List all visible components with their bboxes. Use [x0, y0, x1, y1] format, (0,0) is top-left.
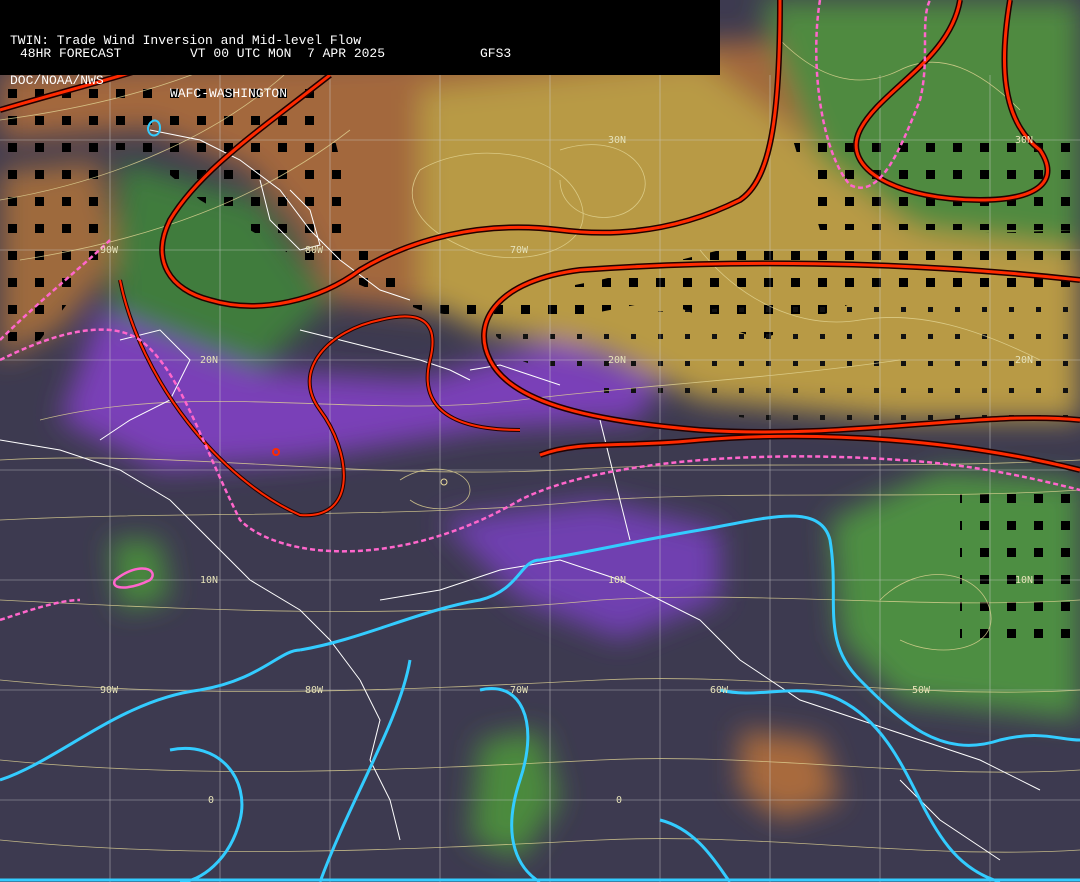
forecast-line: 48HR FORECAST VT 00 UTC MON 7 APR 2025 G… — [10, 47, 710, 60]
agency: DOC/NOAA/NWS — [10, 73, 104, 88]
lat-label: 20N — [200, 355, 218, 366]
lat-label: 20N — [1015, 355, 1033, 366]
lon-label: 80W — [305, 685, 324, 696]
zero-label: 0 — [208, 795, 214, 806]
lat-label: 20N — [608, 355, 626, 366]
center: WAFC-WASHINGTON — [170, 86, 288, 101]
lon-label: 70W — [510, 685, 529, 696]
zero-label: 0 — [616, 795, 622, 806]
lon-label: 70W — [510, 245, 529, 256]
model-name: GFS3 — [480, 46, 512, 61]
lat-label: 30N — [1015, 135, 1033, 146]
lon-label: 50W — [912, 685, 931, 696]
forecast-hours: 48HR FORECAST — [20, 46, 122, 61]
green-spot-sw — [110, 540, 170, 610]
lat-label: 30N — [608, 135, 626, 146]
agency-line: DOC/NOAA/NWS WAFC-WASHINGTON — [10, 61, 710, 100]
map-header: TWIN: Trade Wind Inversion and Mid-level… — [0, 0, 720, 100]
lon-label: 90W — [100, 245, 119, 256]
valid-time: VT 00 UTC MON 7 APR 2025 — [190, 46, 386, 61]
lat-label: 10N — [1015, 575, 1033, 586]
lat-label: 10N — [200, 575, 218, 586]
square-markers-east — [960, 480, 1080, 640]
lon-label: 80W — [305, 245, 324, 256]
forecast-map: 30N 20N 20N 20N 10N 10N 10N 30N 90W 80W … — [0, 0, 1080, 882]
lon-label: 90W — [100, 685, 119, 696]
lon-label: 60W — [710, 685, 729, 696]
lat-label: 10N — [608, 575, 626, 586]
